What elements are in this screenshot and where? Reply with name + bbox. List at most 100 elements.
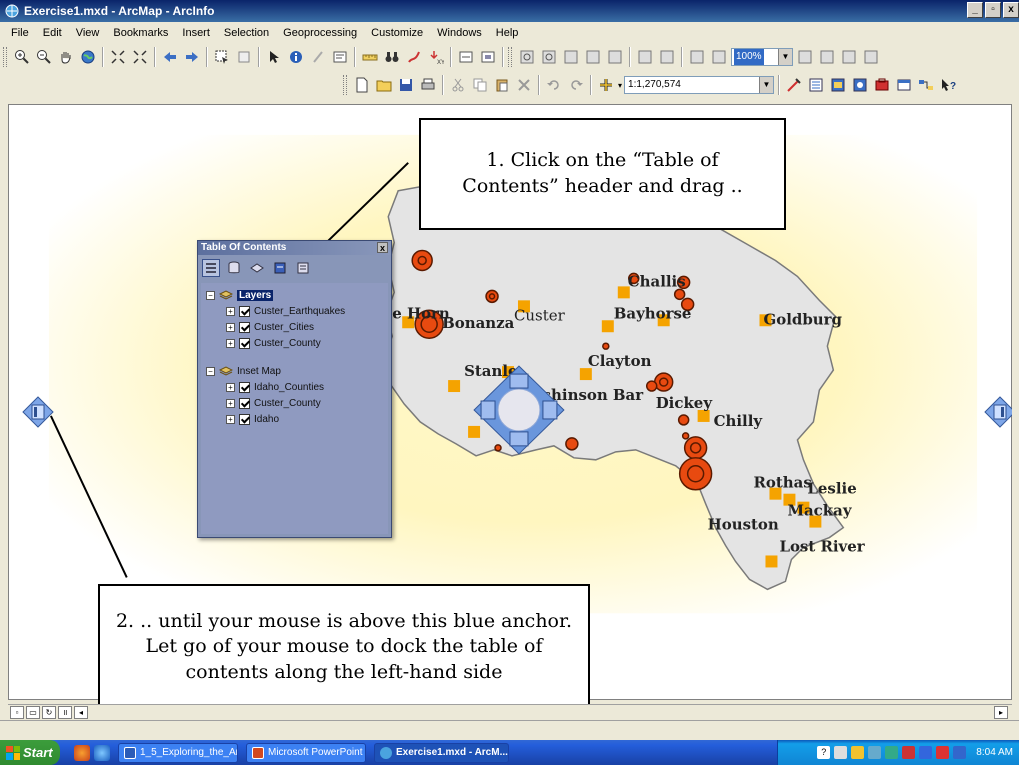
clear-selection-icon[interactable] <box>234 47 254 67</box>
taskbar-item-arcmap[interactable]: Exercise1.mxd - ArcM... <box>374 742 509 763</box>
list-by-drawing-order-icon[interactable] <box>202 259 220 277</box>
toggle-draft-mode-icon[interactable] <box>795 47 815 67</box>
expand-icon[interactable]: + <box>226 306 235 316</box>
table-of-contents-window[interactable]: Table Of Contents x − Layers + Custer_Ea… <box>197 240 392 538</box>
taskbar-item-powerpoint[interactable]: Microsoft PowerPoint - [... <box>246 742 366 763</box>
menu-view[interactable]: View <box>69 27 107 39</box>
menu-file[interactable]: File <box>4 27 36 39</box>
toc-layer-custer-county-inset[interactable]: + Custer_County <box>201 395 388 411</box>
help-tray-icon[interactable]: ? <box>817 746 831 759</box>
menu-geoprocessing[interactable]: Geoprocessing <box>276 27 364 39</box>
chevron-down-icon[interactable]: ▼ <box>759 77 774 93</box>
layout-forward-icon[interactable] <box>709 47 729 67</box>
modelbuilder-icon[interactable] <box>916 75 936 95</box>
toc-header[interactable]: Table Of Contents x <box>198 241 391 255</box>
select-elements-arrow-icon[interactable] <box>264 47 284 67</box>
taskbar-item-word[interactable]: 1_5_Exploring_the_ArcM... <box>118 742 238 763</box>
save-disk-icon[interactable] <box>396 75 416 95</box>
expand-icon[interactable]: + <box>226 322 235 332</box>
add-data-icon[interactable] <box>596 75 616 95</box>
toc-layer-custer-county[interactable]: + Custer_County <box>201 335 388 351</box>
messenger-tray-icon[interactable] <box>902 746 916 759</box>
delete-x-icon[interactable] <box>514 75 534 95</box>
maximize-button[interactable]: ▫ <box>985 2 1001 18</box>
cut-scissors-icon[interactable] <box>448 75 468 95</box>
toc-layer-custer-earthquakes[interactable]: + Custer_Earthquakes <box>201 303 388 319</box>
change-layout-icon[interactable] <box>839 47 859 67</box>
menu-bookmarks[interactable]: Bookmarks <box>106 27 175 39</box>
dock-left-icon[interactable] <box>480 400 496 420</box>
chevron-down-icon[interactable]: ▼ <box>778 49 792 65</box>
layer-visibility-checkbox[interactable] <box>239 321 250 333</box>
toc-group-layers[interactable]: − Layers <box>201 287 388 303</box>
time-slider-icon[interactable] <box>456 47 476 67</box>
scroll-right-arrow-icon[interactable]: ▸ <box>994 706 1008 719</box>
menu-selection[interactable]: Selection <box>217 27 276 39</box>
dock-target-center[interactable] <box>497 388 541 432</box>
table-of-contents-window-icon[interactable] <box>806 75 826 95</box>
new-document-icon[interactable] <box>352 75 372 95</box>
toolbar-grip[interactable] <box>508 47 512 67</box>
find-route-icon[interactable] <box>404 47 424 67</box>
toc-layer-idaho-counties[interactable]: + Idaho_Counties <box>201 379 388 395</box>
expand-icon[interactable]: + <box>226 414 235 424</box>
full-extent-globe-icon[interactable] <box>78 47 98 67</box>
menu-windows[interactable]: Windows <box>430 27 489 39</box>
display-tray-icon[interactable] <box>953 746 967 759</box>
layout-zoom-out-icon[interactable] <box>539 47 559 67</box>
toc-close-button[interactable]: x <box>377 242 388 253</box>
identify-icon[interactable] <box>286 47 306 67</box>
layout-zoom-in-icon[interactable] <box>517 47 537 67</box>
pin-tray-icon[interactable] <box>834 746 848 759</box>
toc-options-icon[interactable] <box>294 259 312 277</box>
layer-visibility-checkbox[interactable] <box>239 305 250 317</box>
zoom-in-icon[interactable] <box>12 47 32 67</box>
copy-icon[interactable] <box>470 75 490 95</box>
toc-group-inset-map[interactable]: − Inset Map <box>201 363 388 379</box>
data-driven-pages-icon[interactable] <box>861 47 881 67</box>
expand-icon[interactable]: + <box>226 382 235 392</box>
open-folder-icon[interactable] <box>374 75 394 95</box>
back-arrow-icon[interactable] <box>160 47 180 67</box>
menu-insert[interactable]: Insert <box>175 27 217 39</box>
dock-left-anchor-icon[interactable] <box>22 396 54 428</box>
dock-bottom-icon[interactable] <box>509 431 529 447</box>
network-tray-icon[interactable] <box>868 746 882 759</box>
arctoolbox-icon[interactable] <box>872 75 892 95</box>
collapse-icon[interactable]: − <box>206 290 215 300</box>
close-button[interactable]: x <box>1003 2 1019 18</box>
fixed-zoom-out-icon[interactable] <box>130 47 150 67</box>
toc-layer-idaho[interactable]: + Idaho <box>201 411 388 427</box>
zoom-out-icon[interactable] <box>34 47 54 67</box>
layer-visibility-checkbox[interactable] <box>239 413 250 425</box>
scroll-left-arrow-icon[interactable]: ◂ <box>74 706 88 719</box>
vertical-scrollbar[interactable] <box>1012 104 1019 700</box>
paste-icon[interactable] <box>492 75 512 95</box>
menu-customize[interactable]: Customize <box>364 27 430 39</box>
security-tray-icon[interactable] <box>851 746 865 759</box>
dock-right-icon[interactable] <box>542 400 558 420</box>
list-by-source-icon[interactable] <box>225 259 243 277</box>
list-by-visibility-icon[interactable] <box>248 259 266 277</box>
create-viewer-icon[interactable] <box>478 47 498 67</box>
python-window-icon[interactable] <box>894 75 914 95</box>
fixed-layout-zoom-out-icon[interactable] <box>657 47 677 67</box>
expand-icon[interactable]: + <box>226 398 235 408</box>
minimize-button[interactable]: _ <box>967 2 983 18</box>
internet-explorer-icon[interactable] <box>94 744 110 761</box>
search-window-icon[interactable] <box>850 75 870 95</box>
horizontal-scrollbar[interactable]: ▫ ▭ ↻ ॥ ◂ ▸ <box>8 704 1012 720</box>
data-view-button[interactable]: ▫ <box>10 706 24 719</box>
find-binoculars-icon[interactable] <box>382 47 402 67</box>
refresh-view-button[interactable]: ↻ <box>42 706 56 719</box>
list-by-selection-icon[interactable] <box>271 259 289 277</box>
expand-icon[interactable]: + <box>226 338 235 348</box>
volume-tray-icon[interactable] <box>936 746 950 759</box>
go-to-xy-icon[interactable]: XY <box>426 47 446 67</box>
update-tray-icon[interactable] <box>919 746 933 759</box>
collapse-icon[interactable]: − <box>206 366 215 376</box>
toolbar-grip[interactable] <box>3 47 7 67</box>
toc-layer-custer-cities[interactable]: + Custer_Cities <box>201 319 388 335</box>
redo-icon[interactable] <box>566 75 586 95</box>
pause-drawing-button[interactable]: ॥ <box>58 706 72 719</box>
